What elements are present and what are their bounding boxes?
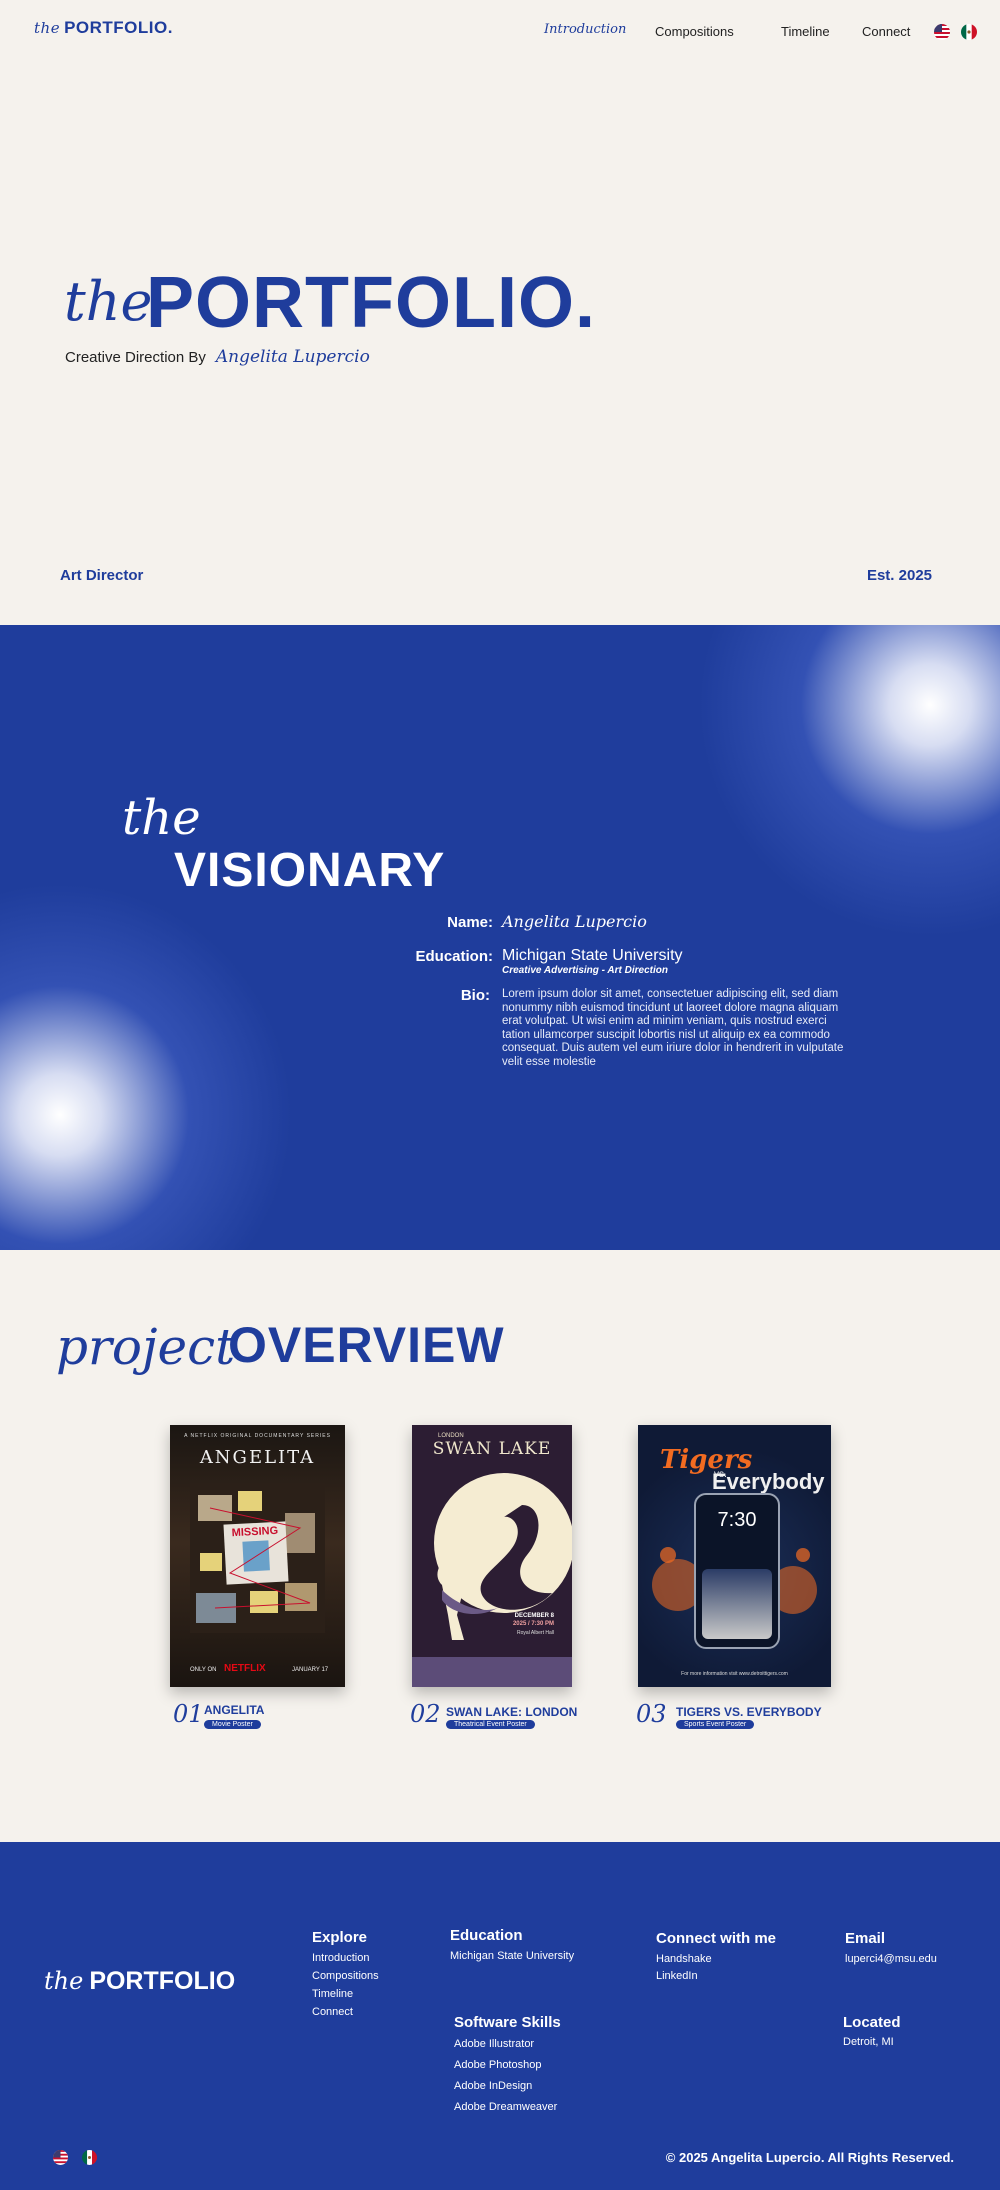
located-value: Detroit, MI <box>843 2036 894 2048</box>
glow-decoration <box>0 875 300 1250</box>
project-name[interactable]: TIGERS VS. EVERYBODY <box>676 1705 822 1719</box>
hero-script: the <box>64 270 153 333</box>
education-value: Michigan State University <box>502 947 683 964</box>
project-tag: Sports Event Poster <box>676 1720 755 1729</box>
footer-email[interactable]: luperci4@msu.edu <box>845 1953 937 1965</box>
copyright: © 2025 Angelita Lupercio. All Rights Res… <box>665 2150 954 2165</box>
projects-title: OVERVIEW <box>228 1317 505 1373</box>
nav-link-connect[interactable]: Connect <box>862 24 910 39</box>
footer-link-linkedin[interactable]: LinkedIn <box>656 1970 698 1982</box>
nav-link-compositions[interactable]: Compositions <box>655 24 734 39</box>
project-poster-swan-lake[interactable]: LONDON SWAN LAKE DECEMBER 8 2025 / 7:30 … <box>412 1425 572 1687</box>
poster-date: DECEMBER 8 <box>514 1613 554 1619</box>
footer: the PORTFOLIO Explore Introduction Compos… <box>0 1842 1000 2190</box>
hero-established: Est. 2025 <box>866 567 932 584</box>
bio-label: Bio: <box>460 987 490 1004</box>
poster-footer-band <box>412 1657 572 1687</box>
footer-link-introduction[interactable]: Introduction <box>312 1952 369 1964</box>
nav-logo-text: PORTFOLIO. <box>64 18 173 37</box>
poster-title-everybody: Everybody <box>712 1469 825 1494</box>
footer-link-compositions[interactable]: Compositions <box>312 1970 379 1982</box>
education-label: Education: <box>415 948 494 965</box>
skill-item: Adobe Photoshop <box>454 2059 542 2071</box>
hero-subtitle: Creative Direction By Angelita Lupercio <box>65 347 370 367</box>
email-heading: Email <box>845 1930 886 1947</box>
nav-link-introduction[interactable]: Introduction <box>544 22 626 37</box>
top-navigation: the PORTFOLIO. Introduction Compositions … <box>0 0 1000 64</box>
skill-item: Adobe Dreamweaver <box>454 2101 558 2113</box>
visionary-title: VISIONARY <box>174 844 446 897</box>
poster-title: SWAN LAKE <box>432 1439 552 1459</box>
visionary-section: the VISIONARY Name: Angelita Lupercio Ed… <box>0 625 1000 1250</box>
footer-education-item: Michigan State University <box>450 1950 575 1962</box>
us-flag-icon[interactable] <box>934 24 950 40</box>
footer-logo-script: the <box>44 1967 84 1995</box>
mexico-flag-icon[interactable] <box>961 24 977 40</box>
mexico-flag-icon[interactable] <box>82 2150 97 2165</box>
hero-title: PORTFOLIO. <box>146 263 596 343</box>
footer-link-timeline[interactable]: Timeline <box>312 1988 353 2000</box>
project-number: 02 <box>410 1700 441 1728</box>
education-heading: Education <box>450 1927 523 1944</box>
footer-link-connect[interactable]: Connect <box>312 2006 353 2018</box>
project-number: 01 <box>173 1700 204 1728</box>
skill-item: Adobe InDesign <box>454 2080 533 2092</box>
education-detail: Creative Advertising - Art Direction <box>502 965 668 976</box>
hero-subtitle-text: Creative Direction By <box>65 349 206 366</box>
project-tag: Movie Poster <box>204 1720 261 1729</box>
glow-decoration <box>690 625 1000 945</box>
project-poster-tigers[interactable]: Tigers vs. Everybody 7:30 For more infor… <box>638 1425 831 1687</box>
projects-script: project <box>56 1318 236 1376</box>
poster-netflix: NETFLIX <box>224 1663 266 1674</box>
nav-link-timeline[interactable]: Timeline <box>781 24 830 39</box>
players-photo <box>702 1569 772 1639</box>
poster-time: 2025 / 7:30 PM <box>512 1621 554 1627</box>
project-poster-angelita[interactable]: A NETFLIX ORIGINAL DOCUMENTARY SERIES AN… <box>170 1425 345 1687</box>
located-heading: Located <box>843 2014 901 2031</box>
skills-heading: Software Skills <box>454 2014 561 2031</box>
footer-logo-text: PORTFOLIO <box>89 1967 236 1995</box>
skill-item: Adobe Illustrator <box>454 2038 535 2050</box>
visionary-script: the <box>122 790 201 846</box>
footer-logo[interactable]: the PORTFOLIO <box>44 1967 235 1996</box>
nav-logo[interactable]: the PORTFOLIO. <box>34 18 173 38</box>
footer-link-handshake[interactable]: Handshake <box>656 1953 712 1965</box>
explore-heading: Explore <box>312 1929 368 1946</box>
hero-role: Art Director <box>60 567 144 584</box>
hero-signature: Angelita Lupercio <box>215 347 370 367</box>
poster-venue: Royal Albert Hall <box>517 1630 554 1636</box>
name-label: Name: <box>447 914 493 931</box>
phone-illustration: 7:30 <box>694 1493 780 1649</box>
connect-heading: Connect with me <box>656 1930 777 1947</box>
poster-top-line: A NETFLIX ORIGINAL DOCUMENTARY SERIES <box>184 1433 331 1439</box>
poster-title: ANGELITA <box>199 1447 316 1468</box>
poster-date: JANUARY 17 <box>292 1667 329 1673</box>
nav-logo-script: the <box>34 19 61 37</box>
corkboard: MISSING <box>190 1483 325 1633</box>
name-value: Angelita Lupercio <box>502 912 647 931</box>
poster-footer: For more information visit www.detroitti… <box>681 1671 788 1677</box>
project-tag: Theatrical Event Poster <box>446 1720 535 1729</box>
bio-text: Lorem ipsum dolor sit amet, consectetuer… <box>502 988 844 1068</box>
red-string-lines <box>209 1507 311 1609</box>
project-name[interactable]: ANGELITA <box>204 1703 264 1717</box>
us-flag-icon[interactable] <box>53 2150 68 2165</box>
project-name[interactable]: SWAN LAKE: LONDON <box>446 1705 577 1719</box>
poster-only-on: ONLY ON <box>190 1667 217 1673</box>
project-number: 03 <box>636 1700 667 1728</box>
phone-time: 7:30 <box>717 1509 757 1531</box>
